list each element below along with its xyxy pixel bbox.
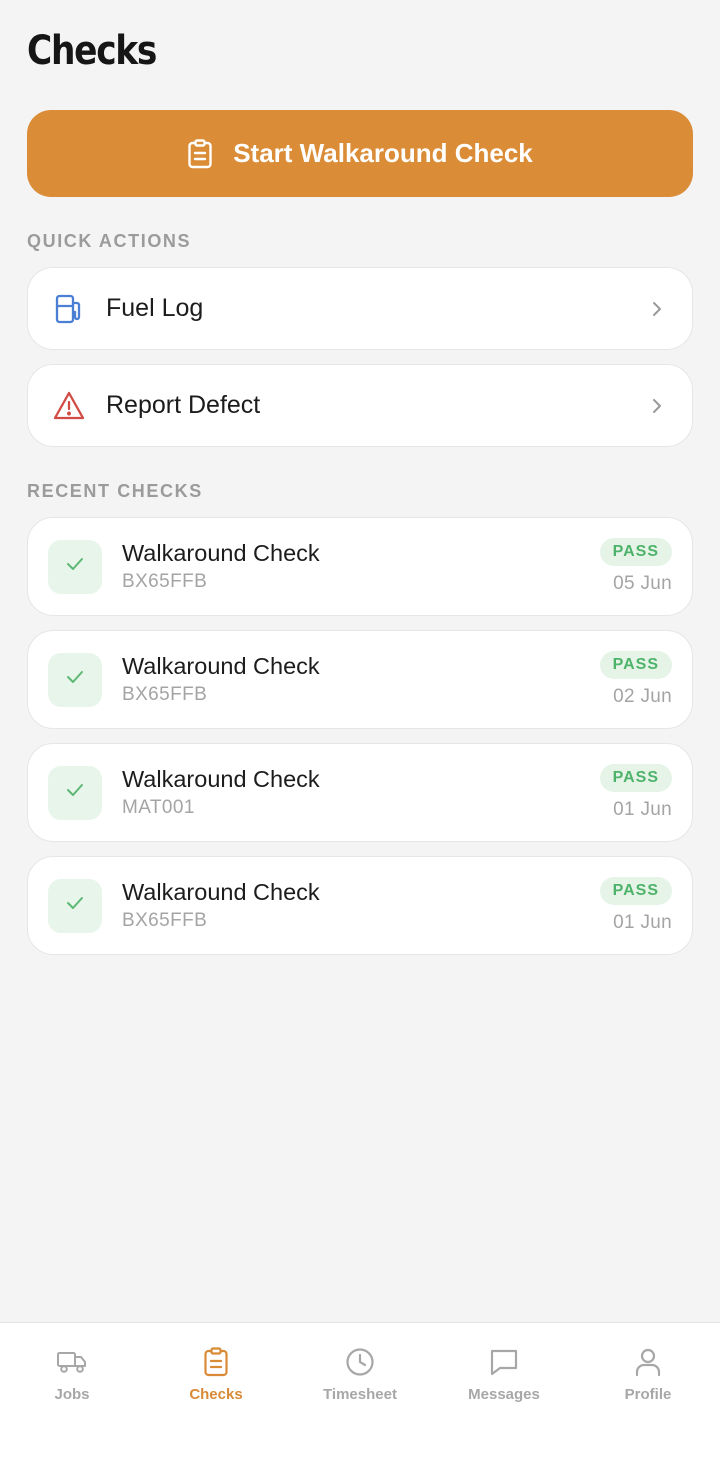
report-defect-label: Report Defect [106,391,261,419]
check-vehicle: BX65FFB [122,909,208,931]
checkmark-icon [65,895,85,916]
recent-check-item[interactable]: Walkaround Check BX65FFB PASS 02 Jun [27,630,693,729]
nav-item-profile[interactable]: Profile [576,1345,720,1403]
recent-check-item[interactable]: Walkaround Check BX65FFB PASS 01 Jun [27,856,693,955]
nav-label: Jobs [54,1386,90,1403]
recent-checks-heading: RECENT CHECKS [27,481,203,501]
nav-label: Messages [468,1386,540,1403]
status-badge: PASS [599,764,672,792]
chevron-right-icon [650,396,664,416]
checkmark-icon [65,782,85,803]
nav-label: Timesheet [323,1386,397,1403]
chat-bubble-icon [487,1345,521,1379]
check-date: 05 Jun [613,573,672,594]
report-defect-button[interactable]: Report Defect [27,364,693,447]
user-icon [631,1345,665,1379]
check-status-box [48,878,102,933]
page-title: Checks [27,28,157,74]
checkmark-icon [65,556,85,577]
nav-label: Checks [189,1386,243,1403]
bottom-navigation: Jobs Checks Timesheet Messages Profile [0,1322,720,1462]
checkmark-icon [65,669,85,690]
nav-item-checks[interactable]: Checks [144,1345,288,1403]
quick-actions-heading: QUICK ACTIONS [27,231,192,251]
nav-item-jobs[interactable]: Jobs [0,1345,144,1403]
warning-triangle-icon [52,389,86,423]
recent-check-item[interactable]: Walkaround Check BX65FFB PASS 05 Jun [27,517,693,616]
check-status-box [48,539,102,594]
status-badge: PASS [599,877,672,905]
check-vehicle: BX65FFB [122,570,208,592]
check-title: Walkaround Check [122,652,320,679]
status-badge: PASS [599,651,672,679]
start-walkaround-check-button[interactable]: Start Walkaround Check [27,110,693,197]
check-date: 01 Jun [613,799,672,820]
nav-item-messages[interactable]: Messages [432,1345,576,1403]
check-vehicle: MAT001 [122,796,195,818]
clock-icon [343,1345,377,1379]
check-date: 01 Jun [613,912,672,933]
chevron-right-icon [650,299,664,319]
check-date: 02 Jun [613,686,672,707]
nav-item-timesheet[interactable]: Timesheet [288,1345,432,1403]
clipboard-icon [187,138,213,169]
recent-check-item[interactable]: Walkaround Check MAT001 PASS 01 Jun [27,743,693,842]
check-title: Walkaround Check [122,539,320,566]
fuel-pump-icon [52,292,86,326]
truck-icon [55,1345,89,1379]
start-walkaround-check-label: Start Walkaround Check [233,138,533,168]
fuel-log-label: Fuel Log [106,294,204,322]
status-badge: PASS [599,538,672,566]
check-vehicle: BX65FFB [122,683,208,705]
nav-label: Profile [624,1386,672,1403]
check-title: Walkaround Check [122,765,320,792]
clipboard-icon [199,1345,233,1379]
fuel-log-button[interactable]: Fuel Log [27,267,693,350]
check-status-box [48,765,102,820]
check-title: Walkaround Check [122,878,320,905]
check-status-box [48,652,102,707]
